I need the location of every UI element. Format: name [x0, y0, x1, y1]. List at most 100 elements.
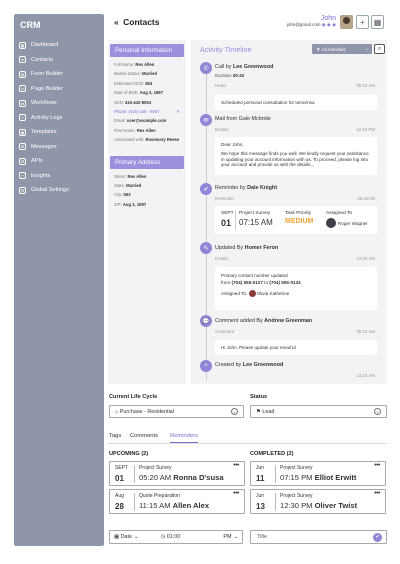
info-panel: Personal Information Full Name: Rex Alle… — [108, 40, 186, 384]
card-type: Project Survey — [280, 493, 313, 499]
sidebar-item-templates[interactable]: ▣ Templates — [14, 125, 104, 140]
status-label: Status — [250, 394, 268, 400]
comment-heading: Comment added By Andrew Greenman — [215, 318, 313, 324]
card-day: 01 — [115, 474, 124, 483]
sidebar-item-insights[interactable]: ◔ Insights — [14, 169, 104, 184]
lifecycle-select[interactable]: ⌂ Purchase - Residential ⌄ — [109, 405, 244, 418]
created-time: 11:15 AM — [356, 373, 375, 378]
card-month: Aug — [115, 493, 124, 499]
primary-address-header: Primary Address — [110, 155, 184, 169]
sidebar-item-workflows[interactable]: ⇄ Workflows — [14, 96, 104, 111]
more-options-icon[interactable]: ••• — [233, 462, 239, 469]
address-list: Street: Rex Allen State: Married City: 553… — [108, 174, 186, 212]
info-row: First Name: Rex Allen — [114, 127, 156, 133]
call-date: 05:22 AM — [356, 83, 375, 88]
card-day: 11 — [256, 474, 265, 483]
back-to-contacts-link[interactable]: « Contacts — [114, 17, 159, 27]
chevron-down-icon: ⌄ — [374, 408, 381, 415]
card-type: Quote Preparation — [139, 493, 180, 499]
date-input[interactable]: Date — [121, 534, 132, 540]
sidebar-item-global-settings[interactable]: ⚙ Global Settings — [14, 183, 104, 198]
more-options-icon[interactable]: ••• — [374, 490, 380, 497]
reminder-title-field[interactable]: Title ✔ — [250, 530, 387, 544]
assignee-avatar — [326, 218, 336, 228]
update-details-label: Details — [215, 256, 229, 261]
info-row: Phone: (415) 446 - 9467 ✎ — [114, 108, 180, 114]
call-duration: Duration 00:43 — [215, 73, 245, 78]
upcoming-reminder-card[interactable]: SEPT 01 Project Survey 05:20 AM Ronna D'sus… — [109, 461, 245, 486]
sidebar-item-label: Templates — [31, 129, 57, 136]
reminder-clock: 07:15 AM — [239, 218, 273, 227]
card-day: 28 — [115, 502, 124, 511]
sidebar-item-contacts[interactable]: ● Contacts — [14, 53, 104, 68]
info-row: City: 553 — [114, 192, 131, 198]
info-row: Estimated NCD: 553 — [114, 80, 153, 86]
update-heading: Updated By Homer Feron — [215, 245, 279, 251]
upcoming-reminder-card[interactable]: Aug 28 Quote Preparation 11:15 AM Allen Ale… — [109, 489, 245, 514]
more-options-icon[interactable]: ••• — [233, 490, 239, 497]
sidebar-item-label: Dashboard — [31, 42, 59, 49]
tab-reminders[interactable]: Reminders — [170, 433, 199, 443]
number-change: from (704) 555-0127 to (704) 555-0134 — [221, 280, 301, 285]
submit-check-icon[interactable]: ✔ — [373, 532, 382, 542]
chevron-down-icon: ⌄ — [365, 46, 369, 51]
sidebar-item-page-builder[interactable]: ▭ Page Builder — [14, 82, 104, 97]
timeline-line — [206, 62, 207, 380]
completed-reminder-card[interactable]: Jun 11 Project Survey 07:15 PM Elliot Erwit… — [250, 461, 386, 486]
user-block[interactable]: John john@gmail.com ◉ ◉ ◉ — [256, 15, 336, 28]
reminder-month: SEPT — [221, 211, 234, 216]
sidebar-item-form-builder[interactable]: ▤ Form Builder — [14, 67, 104, 82]
ampm-select[interactable]: PM — [223, 534, 231, 540]
priority-badge: MEDIUM — [285, 218, 314, 225]
reminder-time: 05:22AM — [357, 196, 375, 201]
workflows-icon: ⇄ — [19, 99, 26, 107]
info-row: Full Name: Rex Allen — [114, 62, 155, 67]
edit-icon[interactable]: ✎ — [176, 109, 180, 114]
apps-button[interactable]: ▦ — [371, 15, 384, 29]
sidebar-item-label: Page Builder — [31, 85, 64, 92]
timeline-title: Activity Timeline — [200, 45, 252, 54]
assignee-avatar — [248, 290, 256, 298]
sidebar-item-dashboard[interactable]: ▦ Dashboard — [14, 38, 104, 53]
mail-heading: Mail from Gale Mcbride — [215, 116, 271, 122]
status-select[interactable]: ⚑ Lead ⌄ — [250, 405, 387, 418]
card-time-name: 05:20 AM Ronna D'susa — [139, 473, 224, 482]
more-options-icon[interactable]: ••• — [374, 462, 380, 469]
time-input[interactable]: 01:00 — [167, 534, 181, 540]
card-month: Jun — [256, 493, 265, 499]
search-button[interactable]: ⌕ — [374, 44, 385, 54]
sidebar-item-apis[interactable]: ⚙ APIs — [14, 154, 104, 169]
form-builder-icon: ▤ — [19, 70, 26, 78]
sidebar-item-messages[interactable]: ✉ Messages — [14, 140, 104, 155]
home-icon: ⌂ — [115, 408, 119, 415]
info-row: Date of Birth: Aug 3, 1997 — [114, 90, 163, 96]
reminder-datetime-row: ▦ Date ⌄ ◷ 01:00 PM ⌄ — [109, 530, 243, 544]
filter-label: All Activities — [321, 46, 346, 52]
sidebar-item-activity-logs[interactable]: ≡ Activity Logs — [14, 111, 104, 126]
activity-filter-dropdown[interactable]: ▼ All Activities ⌄ — [312, 44, 372, 54]
user-email: john@gmail.com ◉ ◉ ◉ — [286, 22, 336, 27]
mail-icon: ✉ — [200, 114, 212, 126]
user-avatar[interactable] — [340, 15, 353, 29]
plus-icon: + — [200, 360, 212, 372]
completed-reminder-card[interactable]: Jun 13 Project Survey 12:30 PM Oliver Twist… — [250, 489, 386, 514]
completed-title: COMPLETED (2) — [250, 451, 294, 457]
sidebar-item-label: Global Settings — [31, 187, 69, 194]
tab-comments[interactable]: Comments — [130, 433, 158, 439]
reminder-heading: Reminder by Dale Knight — [215, 185, 278, 191]
mail-time: 12:16 PM — [356, 127, 375, 132]
title-input[interactable]: Title — [257, 534, 267, 540]
tab-tags[interactable]: Tags — [109, 433, 121, 439]
comment-time: 05:22 AM — [356, 329, 375, 334]
status-value: Lead — [262, 408, 275, 415]
user-name: John — [320, 15, 336, 22]
edit-icon: ✎ — [200, 242, 212, 254]
phone-icon: ✆ — [200, 62, 212, 74]
back-chevron-icon: « — [114, 17, 119, 27]
reminder-type: Project Survey — [239, 211, 271, 216]
sidebar-item-label: Workflows — [31, 100, 57, 107]
call-notes-card: Scheduled personal consultation for tomo… — [215, 95, 377, 110]
add-button[interactable]: + — [356, 15, 369, 29]
calendar-icon: ▦ — [114, 534, 120, 540]
card-time-name: 11:15 AM Allen Alex — [139, 501, 210, 510]
